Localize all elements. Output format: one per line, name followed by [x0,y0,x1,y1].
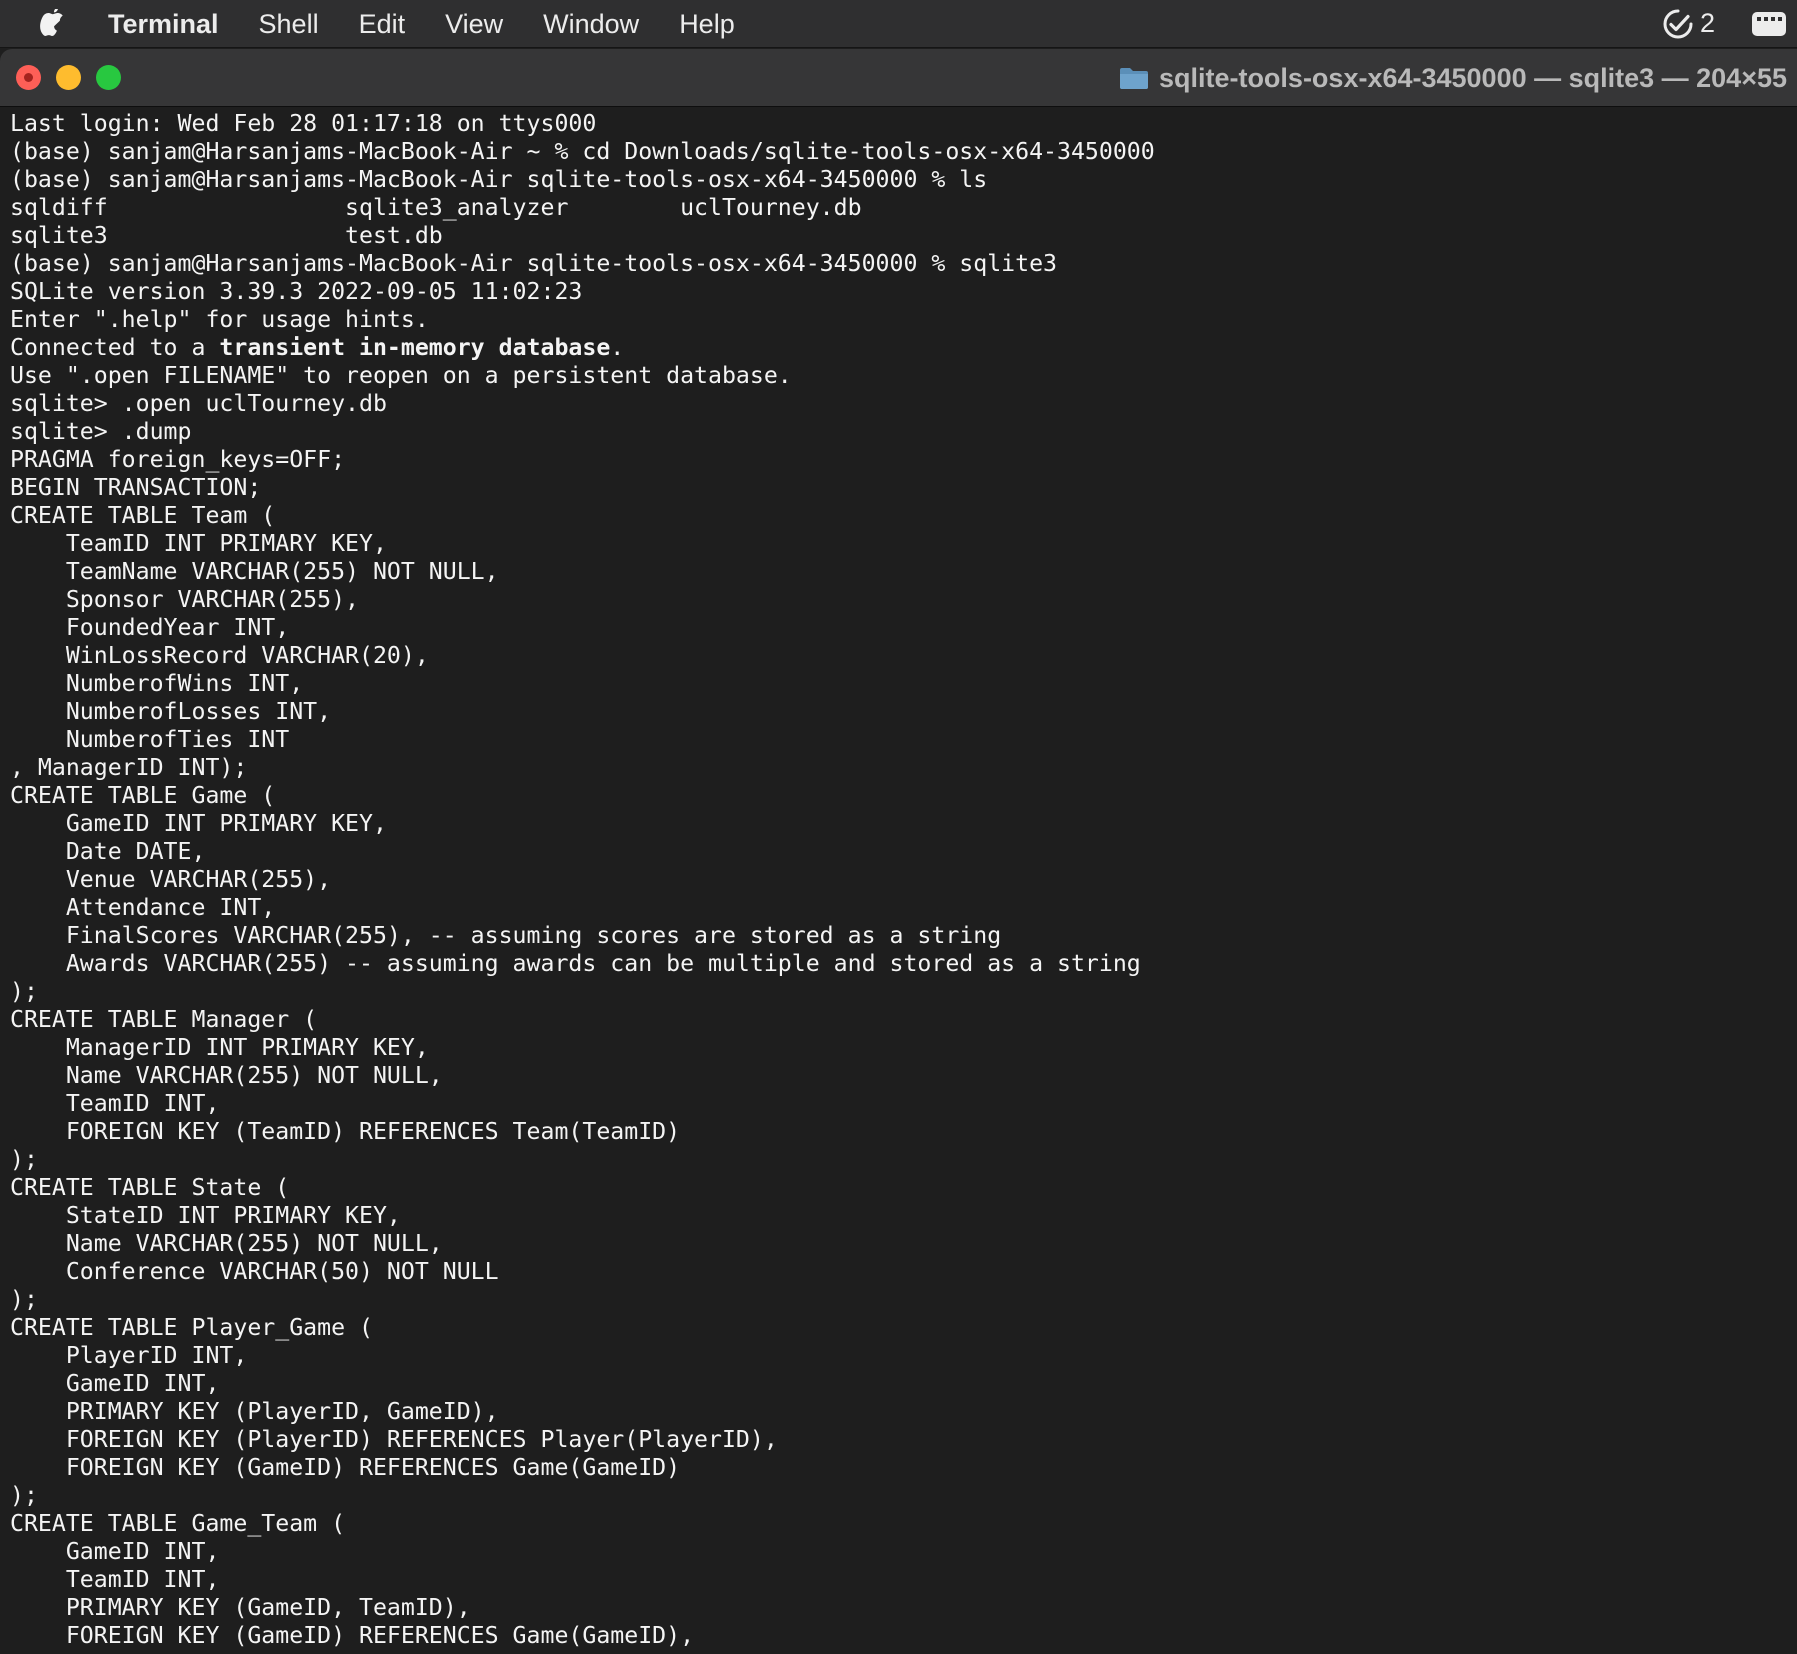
terminal-line: PRIMARY KEY (GameID, TeamID), [10,1594,471,1621]
terminal-line: SQLite version 3.39.3 2022-09-05 11:02:2… [10,278,583,305]
terminal-line: GameID INT, [10,1538,220,1565]
menu-edit[interactable]: Edit [339,0,426,48]
terminal-line: FOREIGN KEY (PlayerID) REFERENCES Player… [10,1426,778,1453]
terminal-line: Name VARCHAR(255) NOT NULL, [10,1230,443,1257]
terminal-line: BEGIN TRANSACTION; [10,474,262,501]
terminal-line: PRAGMA foreign_keys=OFF; [10,446,346,473]
terminal-line: FOREIGN KEY (GameID) REFERENCES Game(Gam… [10,1622,695,1649]
terminal-window: sqlite-tools-osx-x64-3450000 — sqlite3 —… [0,49,1797,1654]
terminal-line: CREATE TABLE Team ( [10,502,276,529]
terminal-line: Awards VARCHAR(255) -- assuming awards c… [10,950,1141,977]
terminal-line: ); [10,978,38,1005]
menu-window[interactable]: Window [523,0,659,48]
menu-view[interactable]: View [425,0,523,48]
terminal-line: CREATE TABLE Game ( [10,782,276,809]
terminal-line: PlayerID INT, [10,1342,248,1369]
terminal-line: (base) sanjam@Harsanjams-MacBook-Air ~ %… [10,138,1797,166]
window-title: sqlite-tools-osx-x64-3450000 — sqlite3 —… [1119,49,1787,107]
terminal-line: FinalScores VARCHAR(255), -- assuming sc… [10,922,1002,949]
terminal-line: Sponsor VARCHAR(255), [10,586,360,613]
terminal-line: Enter ".help" for usage hints. [10,306,429,333]
menu-app-terminal[interactable]: Terminal [94,0,239,48]
terminal-line: NumberofLosses INT, [10,698,332,725]
terminal-line: ManagerID INT PRIMARY KEY, [10,1034,429,1061]
terminal-line: Attendance INT, [10,894,276,921]
terminal-line: WinLossRecord VARCHAR(20), [10,642,429,669]
terminal-line: CREATE TABLE Game_Team ( [10,1510,346,1537]
folder-icon [1119,66,1149,90]
terminal-line: (base) sanjam@Harsanjams-MacBook-Air sql… [10,250,1797,278]
terminal-line: sqlite> .open uclTourney.db [10,390,1797,418]
menu-help[interactable]: Help [659,0,755,48]
zoom-window-button[interactable] [96,65,121,90]
terminal-line: Venue VARCHAR(255), [10,866,332,893]
terminal-bold-text: transient in-memory database [219,334,611,361]
apple-menu-icon[interactable] [38,7,68,41]
close-window-button[interactable] [16,65,41,90]
terminal-line: TeamID INT, [10,1566,220,1593]
terminal-line: Last login: Wed Feb 28 01:17:18 on ttys0… [10,110,597,137]
terminal-line: CREATE TABLE Manager ( [10,1006,318,1033]
terminal-line: Name VARCHAR(255) NOT NULL, [10,1062,443,1089]
terminal-line: CREATE TABLE Player_Game ( [10,1314,373,1341]
terminal-output[interactable]: Last login: Wed Feb 28 01:17:18 on ttys0… [10,110,1797,1654]
minimize-window-button[interactable] [56,65,81,90]
terminal-line: FOREIGN KEY (TeamID) REFERENCES Team(Tea… [10,1118,681,1145]
menu-shell[interactable]: Shell [239,0,339,48]
terminal-line: StateID INT PRIMARY KEY, [10,1202,401,1229]
terminal-line: sqldiff sqlite3_analyzer uclTourney.db [10,194,862,221]
keyboard-input-icon[interactable] [1751,10,1787,38]
terminal-line: sqlite3 test.db [10,222,443,249]
status-item-tasks[interactable]: 2 [1662,8,1715,40]
terminal-line: Conference VARCHAR(50) NOT NULL [10,1258,499,1285]
terminal-line: NumberofWins INT, [10,670,304,697]
terminal-line: TeamID INT PRIMARY KEY, [10,530,387,557]
terminal-line: ); [10,1482,38,1509]
terminal-line: Date DATE, [10,838,206,865]
terminal-line: ); [10,1286,38,1313]
terminal-line: sqlite> .dump [10,418,1797,446]
terminal-line: FoundedYear INT, [10,614,290,641]
terminal-text: Connected to a [10,334,220,361]
terminal-line: PRIMARY KEY (PlayerID, GameID), [10,1398,499,1425]
terminal-line: Connected to a transient in-memory datab… [10,334,1797,362]
terminal-line: Use ".open FILENAME" to reopen on a pers… [10,362,792,389]
window-title-text: sqlite-tools-osx-x64-3450000 — sqlite3 —… [1158,62,1787,93]
status-count: 2 [1699,8,1715,38]
checkmark-circle-icon [1663,9,1693,38]
terminal-line: ); [10,1146,38,1173]
terminal-line: GameID INT PRIMARY KEY, [10,810,387,837]
terminal-line: TeamName VARCHAR(255) NOT NULL, [10,558,499,585]
terminal-line: TeamID INT, [10,1090,220,1117]
terminal-line: , ManagerID INT); [10,754,248,781]
menu-extras: 2 [1662,0,1797,48]
terminal-line: CREATE TABLE State ( [10,1174,290,1201]
menu-bar: Terminal Shell Edit View Window Help 2 [0,0,1797,48]
terminal-line: FOREIGN KEY (GameID) REFERENCES Game(Gam… [10,1454,681,1481]
terminal-text: . [610,334,625,361]
terminal-line: (base) sanjam@Harsanjams-MacBook-Air sql… [10,166,1797,194]
terminal-line: NumberofTies INT [10,726,290,753]
title-bar[interactable]: sqlite-tools-osx-x64-3450000 — sqlite3 —… [0,49,1797,107]
terminal-line: GameID INT, [10,1370,220,1397]
